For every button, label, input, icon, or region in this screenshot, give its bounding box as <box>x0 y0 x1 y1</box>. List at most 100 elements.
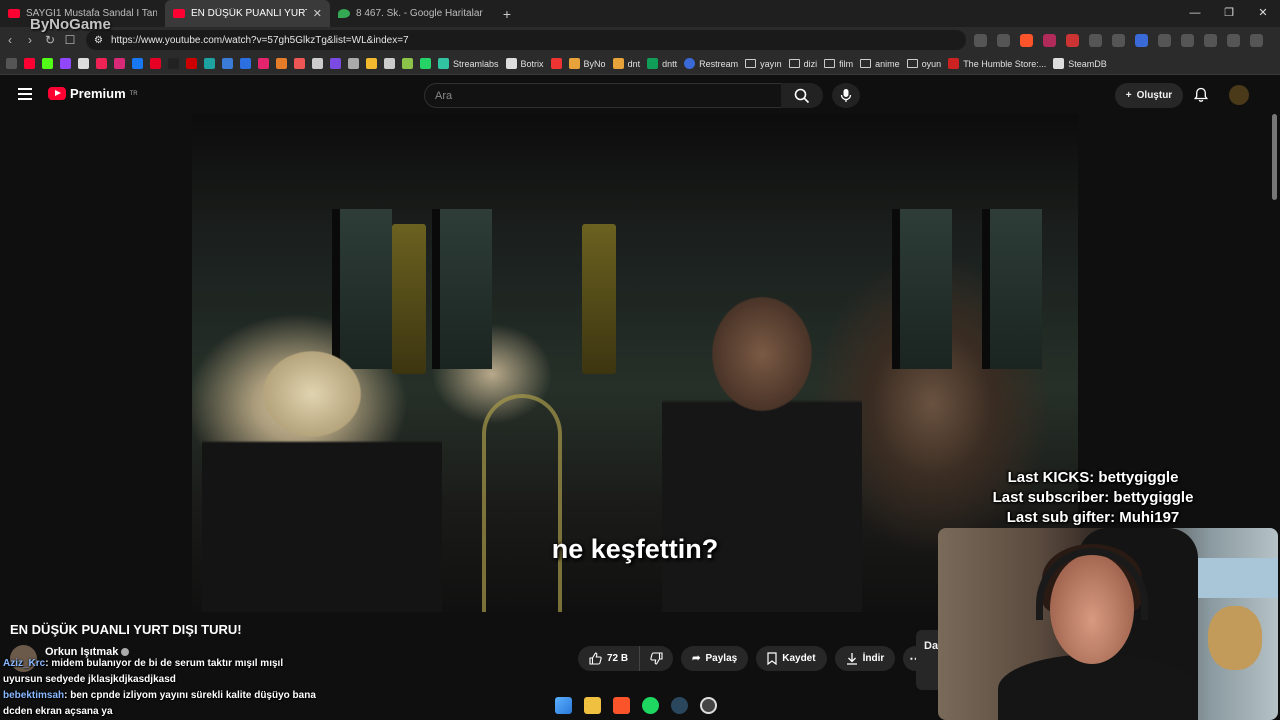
extension-icon[interactable] <box>1112 33 1125 47</box>
gmail-icon[interactable] <box>1066 33 1079 47</box>
bookmark-icon[interactable] <box>222 58 233 69</box>
apps-icon[interactable] <box>6 58 17 69</box>
minimize-icon[interactable]: — <box>1178 0 1212 27</box>
bookmark-steamdb[interactable]: SteamDB <box>1053 58 1107 69</box>
bookmark-icon[interactable]: ☐ <box>60 33 80 47</box>
windows-start-icon[interactable] <box>555 696 572 714</box>
dnt-icon <box>612 58 624 69</box>
new-tab-button[interactable]: + <box>495 6 519 22</box>
music-icon[interactable] <box>1204 33 1217 47</box>
x-bookmark-icon[interactable] <box>78 58 89 69</box>
bookmark-icon[interactable] <box>312 58 323 69</box>
create-button[interactable]: + Oluştur <box>1115 83 1183 108</box>
bookmark-folder-oyun[interactable]: oyun <box>906 58 942 69</box>
bookmark-icon[interactable] <box>294 58 305 69</box>
reload-icon[interactable]: ↻ <box>40 33 60 47</box>
sidebar-icon[interactable] <box>1181 33 1194 47</box>
bookmark-streamlabs[interactable]: Streamlabs <box>438 58 499 69</box>
bookmark-icon[interactable] <box>330 58 341 69</box>
description-panel-edge[interactable]: Da <box>916 630 938 690</box>
bookmark-folder-film[interactable]: film <box>824 59 853 69</box>
youtube-header: Premium TR Ara + Oluştur <box>0 76 1280 114</box>
dislike-button[interactable] <box>640 646 674 671</box>
maximize-icon[interactable]: ❐ <box>1212 0 1246 27</box>
bookmark-icon[interactable] <box>366 58 377 69</box>
bookmark-humble[interactable]: The Humble Store:... <box>948 58 1046 69</box>
url-field[interactable]: ⚙ https://www.youtube.com/watch?v=57gh5G… <box>86 30 966 50</box>
download-button[interactable]: İndir <box>834 646 896 671</box>
bookmark-label: oyun <box>921 58 942 69</box>
bookmark-icon[interactable] <box>550 58 562 69</box>
twitch-bookmark-icon[interactable] <box>60 58 71 69</box>
brave-rewards-icon[interactable] <box>1043 33 1056 47</box>
close-window-icon[interactable]: ✕ <box>1246 0 1280 27</box>
tiktok-bookmark-icon[interactable] <box>168 58 179 69</box>
search-button[interactable] <box>781 83 823 108</box>
spotify-icon[interactable] <box>642 696 659 714</box>
file-explorer-icon[interactable] <box>584 696 601 714</box>
bookmark-icon[interactable] <box>402 58 413 69</box>
whatsapp-bookmark-icon[interactable] <box>420 58 431 69</box>
menu-icon[interactable] <box>1250 33 1263 47</box>
bookmark-restream[interactable]: Restream <box>684 58 738 69</box>
youtube-premium-logo[interactable]: Premium TR <box>48 86 138 101</box>
extensions-puzzle-icon[interactable] <box>1158 33 1171 47</box>
bookmark-label: anime <box>875 58 900 69</box>
bookmark-dnt[interactable]: dnt <box>612 58 640 69</box>
bookmark-icon[interactable] <box>276 58 287 69</box>
bookmark-icon[interactable] <box>240 58 251 69</box>
close-tab-icon[interactable]: ✕ <box>313 7 322 20</box>
folder-icon <box>788 59 800 68</box>
like-button[interactable]: 72 B <box>578 646 641 671</box>
video-scene-window <box>982 209 1042 369</box>
bookmark-label: The Humble Store:... <box>963 58 1047 69</box>
bookmark-label: SteamDB <box>1068 58 1107 69</box>
share-icon: ➦ <box>692 653 701 664</box>
bookmark-icon[interactable] <box>258 58 269 69</box>
video-scene-person <box>202 334 442 612</box>
forward-icon[interactable]: › <box>20 33 40 47</box>
brave-shield-icon[interactable] <box>1020 33 1033 47</box>
kick-bookmark-icon[interactable] <box>42 58 53 69</box>
share-icon[interactable] <box>997 33 1010 47</box>
bookmark-folder-dizi[interactable]: dizi <box>788 59 817 69</box>
folder-icon <box>824 59 836 68</box>
youtube-bookmark-icon[interactable] <box>24 58 35 69</box>
facebook-bookmark-icon[interactable] <box>132 58 143 69</box>
menu-icon[interactable] <box>18 88 32 100</box>
bookmark-byno[interactable]: ByNo <box>568 58 606 69</box>
instagram-bookmark-icon[interactable] <box>114 58 125 69</box>
search-input[interactable]: Ara <box>424 83 782 108</box>
leo-ai-icon[interactable] <box>1227 33 1240 47</box>
install-icon[interactable] <box>974 33 987 47</box>
share-button[interactable]: ➦ Paylaş <box>681 646 749 671</box>
video-title: EN DÜŞÜK PUANLI YURT DIŞI TURU! <box>10 622 242 637</box>
pinterest-bookmark-icon[interactable] <box>150 58 161 69</box>
bookmark-icon[interactable] <box>186 58 197 69</box>
bookmark-icon[interactable] <box>96 58 107 69</box>
bookmark-folder-anime[interactable]: anime <box>860 59 900 69</box>
tab-google-maps[interactable]: 8 467. Sk. - Google Haritalar <box>330 0 495 27</box>
save-button[interactable]: Kaydet <box>756 646 827 671</box>
bookmark-botrix[interactable]: Botrix <box>505 58 544 69</box>
bookmark-icon[interactable] <box>348 58 359 69</box>
extension-icon[interactable] <box>1089 33 1102 47</box>
bookmark-icon[interactable] <box>204 58 215 69</box>
tab-current-video[interactable]: EN DÜŞÜK PUANLI YURT DIŞI TU ✕ <box>165 0 330 27</box>
microphone-icon <box>840 89 852 102</box>
notifications-button[interactable] <box>1192 86 1210 104</box>
bookmark-icon[interactable] <box>384 58 395 69</box>
windows-taskbar <box>555 692 717 718</box>
back-icon[interactable]: ‹ <box>0 33 20 47</box>
steam-icon[interactable] <box>671 696 688 714</box>
brave-browser-icon[interactable] <box>613 696 630 714</box>
account-avatar[interactable] <box>1229 85 1249 105</box>
bookmark-folder-yayin[interactable]: yayın <box>745 59 782 69</box>
browser-tab-bar: SAYGI1 Mustafa Sandal I Tanıtım - Yo EN … <box>0 0 1280 27</box>
site-info-icon[interactable]: ⚙ <box>94 35 103 46</box>
obs-icon[interactable] <box>700 696 717 714</box>
page-scrollbar[interactable] <box>1272 114 1277 200</box>
bookmark-dntt[interactable]: dntt <box>647 58 677 69</box>
voice-search-button[interactable] <box>832 83 860 108</box>
extension-icon[interactable] <box>1135 33 1148 47</box>
